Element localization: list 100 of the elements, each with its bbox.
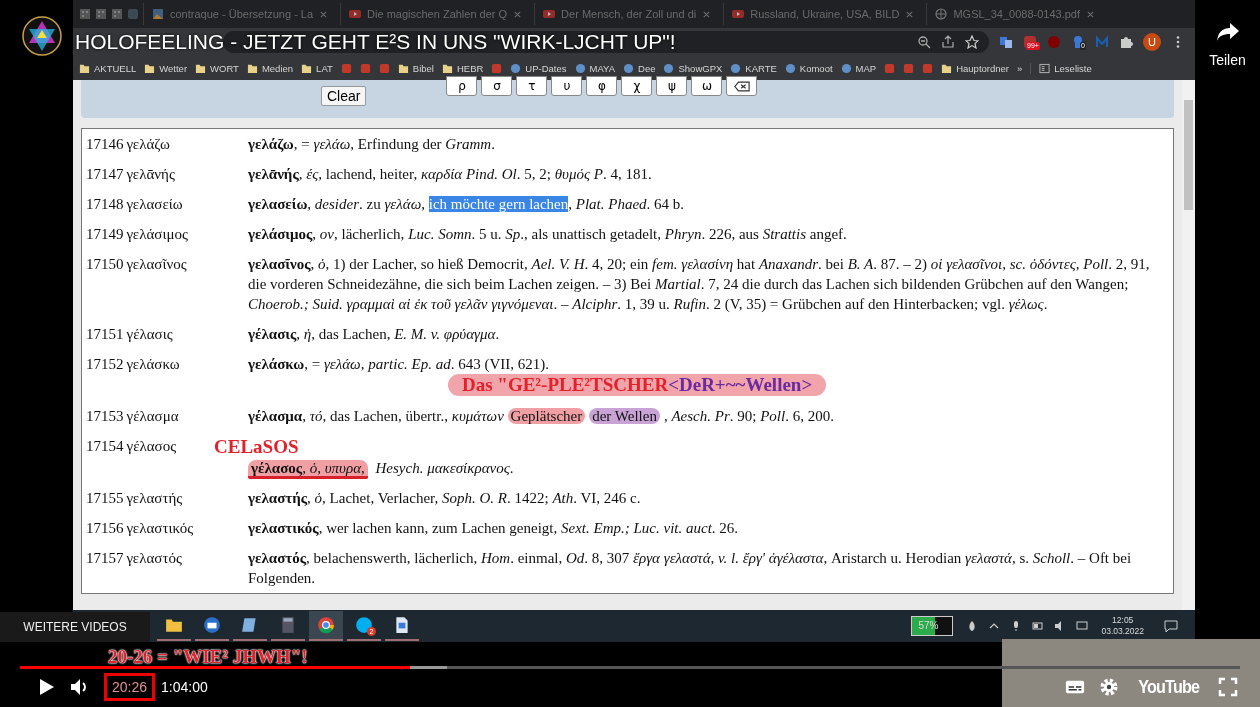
definition-text: , Aesch. Pr. 90; Poll. 6, 200.	[663, 408, 834, 424]
settings-icon[interactable]	[1098, 677, 1119, 697]
bookmark-link[interactable]: Dee	[623, 62, 656, 74]
zoom-icon[interactable]	[917, 35, 931, 49]
definition-text: γελαστός, belachenswerth, lächerlich, Hom. einmal, Od. 8, 307 ἔργα γελαστά, v. l. ἔργ' ἀγέλαστα, Aristarch u. Herodian γελαστά, s. Scholl. – Oft bei Folgenden.	[248, 550, 1132, 586]
site-icon	[510, 62, 522, 74]
puzzle-icon[interactable]	[1119, 35, 1133, 49]
clock-time[interactable]: 12:05	[1112, 615, 1134, 626]
bookmark-link[interactable]: Komoot	[784, 62, 833, 74]
close-icon[interactable]	[905, 9, 915, 19]
more-videos-button[interactable]: WEITERE VIDEOS	[0, 612, 150, 642]
caption-overlay: 20-26 = "WIE² JHWH"!	[108, 646, 308, 668]
entry-number: 17150	[86, 256, 124, 272]
clear-button[interactable]: Clear	[321, 86, 367, 106]
monitor-icon[interactable]	[1076, 620, 1089, 632]
letter-key[interactable]: φ	[586, 76, 618, 96]
letter-key[interactable]: χ	[621, 76, 653, 96]
share-arrow-icon[interactable]	[1215, 22, 1240, 42]
bookmark-link[interactable]: ShowGPX	[663, 62, 723, 74]
close-icon[interactable]	[1086, 9, 1095, 19]
definition-text: γελάσκω, = γελάω, partic. Ep. ad. 643 (VII, 621).	[248, 356, 550, 372]
youtube-logo[interactable]: YouTube	[1137, 676, 1199, 698]
browser-icon	[317, 616, 335, 634]
letter-key[interactable]: υ	[551, 76, 583, 96]
folder-icon	[301, 62, 313, 74]
share-icon[interactable]	[941, 35, 955, 49]
letter-key[interactable]: σ	[481, 76, 513, 96]
video-title[interactable]: HOLOFEELING - JETZT GEHT E²S IN UNS "WIRK-LJCHT UP"!	[75, 30, 676, 54]
definition-text: γελαστικός, wer lachen kann, zum Lachen geneigt, Sext. Emp.; Luc. vit. auct. 26.	[248, 520, 739, 536]
site-icon	[574, 62, 586, 74]
backspace-key[interactable]	[726, 76, 758, 96]
globe-icon	[935, 8, 948, 20]
highlighted-text: Geplätscher	[507, 408, 586, 424]
entry-number: 17148	[86, 196, 124, 212]
entry-number: 17149	[86, 226, 124, 242]
bookmark-folder[interactable]: Hauptordner	[941, 62, 1009, 74]
address-bar[interactable]	[223, 31, 989, 53]
highlighted-text: γέλασος, ὁ, υπυρα,	[248, 460, 368, 479]
letter-key[interactable]: ψ	[656, 76, 688, 96]
bookmark-folder[interactable]: WORT	[195, 62, 239, 74]
entry-number: 17153	[86, 408, 124, 424]
folder-icon	[397, 62, 409, 74]
entry-headword: γελάσιμος	[126, 226, 188, 242]
notepad-icon	[241, 616, 259, 634]
definition-text: Hesych. μακεσίκρανος.	[374, 460, 514, 476]
notification-icon[interactable]	[1164, 619, 1178, 633]
entry-number: 17157	[86, 550, 124, 566]
entry-headword: γελαστής	[126, 490, 183, 506]
definition-text: γελάσιμος, ον, lächerlich, Luc. Somn. 5 u. Sp., als unattisch getadelt, Phryn. 226, aus Strattis angef.	[248, 226, 847, 242]
letter-key[interactable]: ρ	[446, 76, 478, 96]
entry-headword: γελᾱνής	[126, 166, 175, 182]
site-icon	[663, 62, 675, 74]
definition-text: γελασῖνος, ὁ, 1) der Lacher, so hieß Democrit, Ael. V. H. 4, 20; ein fem. γελασίνη hat Anaxandr. bei B. A. 87. – 2) οἱ γελασῖνοι, sc. ὀδόντες, Poll. 2, 91, die vorderen Schneidezähne, die sich beim Lachen zeigen. – 3) Bei Martial. 7, 24 die durch das Lachen sich bildenden Grübchen auf den Wangen; Choerob.; Suid. γραμμαὶ αἱ ἐκ τοῦ γελᾶν γιγνόμεναι. – Alciphr. 1, 39 u. Rufin. 2 (V, 35) = Grübchen auf den Hinterbacken; vgl. γέλως.	[248, 256, 1150, 312]
bookmark-folder[interactable]: LAT	[301, 62, 333, 74]
bookmark-link[interactable]: KARTE	[730, 62, 777, 74]
entry-headword: γέλασμα	[126, 408, 179, 424]
mail-icon	[203, 616, 221, 634]
progress-bar[interactable]	[20, 666, 1240, 669]
letter-key[interactable]: ω	[691, 76, 723, 96]
entry-number: 17152	[86, 356, 124, 372]
site-icon	[623, 62, 635, 74]
definition-text: γελαστής, ὁ, Lachet, Verlacher, Soph. O. R. 1422; Ath. VI, 246 c.	[248, 490, 641, 506]
bookmark-folder[interactable]: HEBR	[441, 62, 484, 74]
star-icon[interactable]	[965, 35, 979, 49]
reading-list[interactable]: Leseliste	[1030, 62, 1092, 74]
bookmark-link[interactable]: MAYA	[574, 62, 616, 74]
bookmark-folder[interactable]: Wetter	[144, 62, 188, 74]
taskbar-app[interactable]	[309, 611, 343, 641]
folder-icon	[165, 616, 183, 634]
entry-headword: γελαστικός	[126, 520, 194, 536]
scrollbar[interactable]	[1182, 80, 1195, 610]
square-icon	[127, 8, 139, 20]
bookmark-link[interactable]: MAP	[840, 62, 877, 74]
calculator-icon	[279, 616, 297, 634]
close-icon[interactable]	[702, 9, 712, 19]
bookmark-link[interactable]: UP-Dates	[510, 62, 567, 74]
definition-text: γελᾱνής, ές, lachend, heiter, καρδία Pind. Ol. 5, 2; θυμός P. 4, 181.	[248, 166, 652, 182]
entry-number: 17146	[86, 136, 124, 152]
bookmark-folder[interactable]: Medien	[246, 62, 294, 74]
channel-logo-icon[interactable]	[22, 16, 62, 56]
clock-date[interactable]: 03.03.2022	[1101, 626, 1144, 637]
entry-number: 17154	[86, 438, 124, 454]
entry-number: 17151	[86, 326, 124, 342]
bookmark-folder[interactable]: Bibel	[397, 62, 434, 74]
battery-icon[interactable]	[1032, 620, 1045, 632]
grid-icon	[111, 8, 123, 20]
bookmark-folder[interactable]: AKTUELL	[79, 62, 137, 74]
translate-icon[interactable]	[999, 35, 1013, 49]
profile-avatar[interactable]: U	[1143, 33, 1161, 51]
chat-icon	[355, 616, 373, 634]
more-bookmarks[interactable]: »	[1017, 62, 1023, 74]
close-icon[interactable]	[513, 9, 523, 19]
entry-headword: γελάσκω	[126, 356, 180, 372]
fullscreen-icon[interactable]	[1218, 677, 1238, 697]
share-label[interactable]: Teilen	[1209, 52, 1246, 68]
close-icon[interactable]	[319, 9, 329, 19]
letter-key[interactable]: τ	[516, 76, 548, 96]
video-duration: 1:04:00	[161, 679, 208, 695]
folder-icon	[941, 62, 953, 74]
entry-headword: γελασῖνος	[126, 256, 187, 272]
